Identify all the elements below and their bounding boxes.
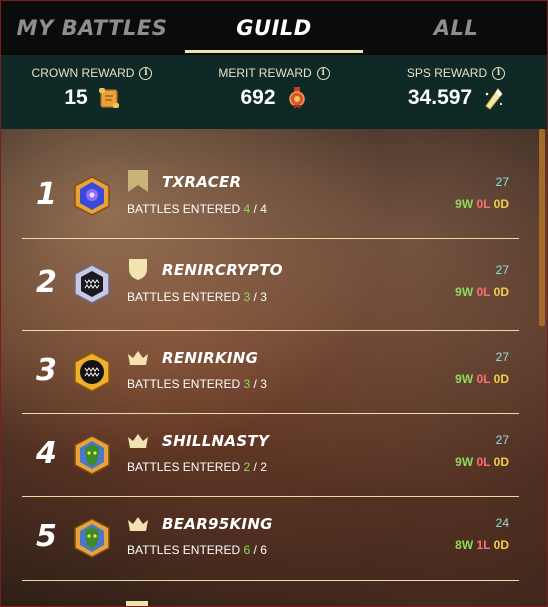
shield-icon: [129, 259, 147, 280]
leaderboard-row[interactable]: 4 SHILLNASTY BATTLES ENTERED 2 / 2 27 9W: [22, 414, 519, 497]
leaderboard-row[interactable]: 2 RENIRCRYPTO BATTLES ENTERED 3 / 3 27 9…: [22, 239, 519, 331]
merit-medal-icon: [288, 87, 305, 109]
rank-number: 3: [36, 353, 57, 388]
win-loss-draw: 9W 0L 0D: [455, 455, 509, 469]
rank-number: 2: [36, 265, 57, 300]
info-icon[interactable]: i: [139, 66, 153, 80]
battles-entered: BATTLES ENTERED 2 / 2: [127, 460, 267, 474]
win-loss-draw: 9W 0L 0D: [455, 197, 509, 211]
merit-reward-value: 692: [240, 86, 276, 109]
player-score: 24: [495, 516, 509, 530]
player-avatar: [74, 176, 110, 216]
player-avatar: [74, 352, 110, 392]
win-loss-draw: 9W 0L 0D: [455, 372, 509, 386]
leaderboard-row[interactable]: 3 RENIRKING BATTLES ENTERED 3 / 3 27 9W: [22, 331, 519, 414]
merit-reward-label: MERIT REWARD: [218, 66, 312, 80]
sps-reward: SPS REWARD i 34.597: [365, 55, 547, 129]
rewards-bar: CROWN REWARD i 15 MERIT REWARD i 692 SPS…: [1, 55, 547, 129]
player-score: 27: [495, 433, 509, 447]
crown-reward-scroll-icon: [98, 88, 119, 108]
crown-icon: [128, 517, 148, 531]
player-name[interactable]: RENIRKING: [162, 349, 258, 367]
next-row-crown-partial: [126, 601, 148, 606]
player-avatar: [74, 518, 110, 558]
battles-entered: BATTLES ENTERED 3 / 3: [127, 377, 267, 391]
crown-reward-label: CROWN REWARD: [31, 66, 135, 80]
leaderboard-row[interactable]: 5 BEAR95KING BATTLES ENTERED 6 / 6 24 8W: [22, 497, 519, 581]
tab-my-battles[interactable]: MY BATTLES: [1, 1, 183, 55]
player-avatar: [74, 264, 110, 304]
crown-reward: CROWN REWARD i 15: [1, 55, 183, 129]
win-loss-draw: 8W 1L 0D: [455, 538, 509, 552]
battles-entered: BATTLES ENTERED 6 / 6: [127, 543, 267, 557]
tab-guild[interactable]: GUILD: [183, 1, 365, 55]
banner-icon: [128, 170, 148, 192]
battles-entered: BATTLES ENTERED 4 / 4: [127, 202, 267, 216]
player-name[interactable]: SHILLNASTY: [162, 432, 269, 450]
player-name[interactable]: RENIRCRYPTO: [162, 261, 283, 279]
player-score: 27: [495, 263, 509, 277]
tab-all[interactable]: ALL: [365, 1, 547, 55]
player-avatar: [74, 435, 110, 475]
sps-reward-value: 34.597: [407, 86, 473, 109]
battles-entered: BATTLES ENTERED 3 / 3: [127, 290, 267, 304]
crown-reward-value: 15: [64, 86, 88, 109]
win-loss-draw: 9W 0L 0D: [455, 285, 509, 299]
rank-number: 1: [36, 177, 57, 212]
player-name[interactable]: BEAR95KING: [162, 515, 273, 533]
rank-number: 5: [36, 519, 57, 554]
sps-crystal-icon: [485, 88, 503, 110]
merit-reward: MERIT REWARD i 692: [183, 55, 365, 129]
list-scrollbar[interactable]: [539, 129, 545, 326]
crown-icon: [128, 434, 148, 448]
sps-reward-label: SPS REWARD: [406, 66, 488, 80]
leaderboard-row[interactable]: 1 TXRACER BATTLES ENTERED 4 / 4 27 9W 0L: [22, 151, 519, 239]
crown-icon: [128, 351, 148, 365]
player-score: 27: [495, 350, 509, 364]
rank-number: 4: [36, 436, 57, 471]
tab-bar: MY BATTLES GUILD ALL: [1, 1, 547, 55]
player-score: 27: [495, 175, 509, 189]
guild-leaderboard: 1 TXRACER BATTLES ENTERED 4 / 4 27 9W 0L: [22, 151, 519, 581]
info-icon[interactable]: i: [492, 66, 506, 80]
info-icon[interactable]: i: [316, 66, 330, 80]
guild-brawl-panel: MY BATTLES GUILD ALL CROWN REWARD i 15 M…: [0, 0, 548, 607]
player-name[interactable]: TXRACER: [162, 173, 241, 191]
